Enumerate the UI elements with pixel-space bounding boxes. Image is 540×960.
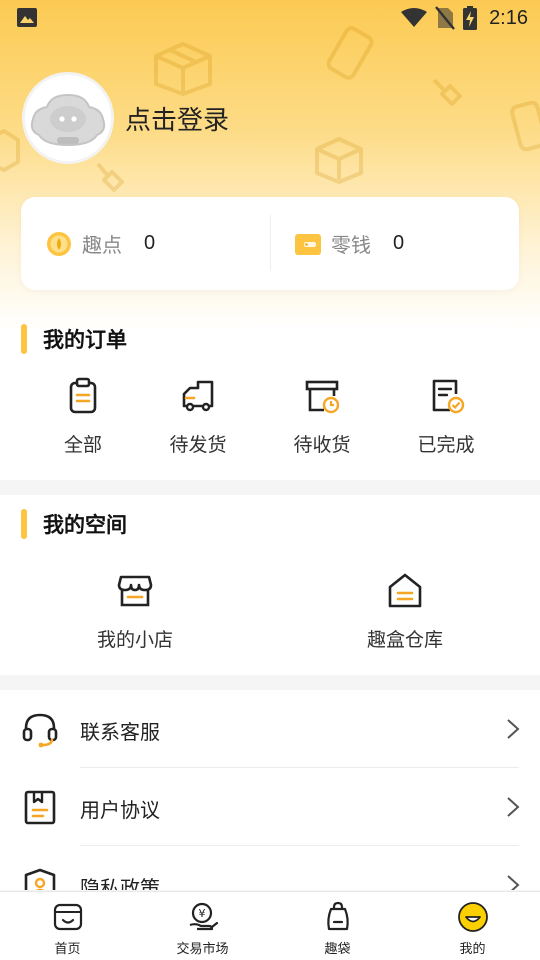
change-label: 零钱 (331, 233, 371, 257)
lipstick-doodle-icon (96, 162, 124, 192)
document-check-icon (432, 379, 465, 414)
wifi-icon (401, 8, 428, 27)
login-prompt[interactable]: 点击登录 (125, 100, 229, 137)
warehouse-icon (388, 573, 422, 608)
order-to-ship-button[interactable]: 待发货 (138, 376, 258, 457)
my-shop-button[interactable]: 我的小店 (75, 571, 195, 652)
chevron-right-icon (507, 797, 520, 817)
order-completed-label: 已完成 (417, 434, 475, 456)
truck-icon (182, 380, 214, 412)
default-avatar-icon (25, 75, 111, 161)
agreement-icon (24, 790, 56, 825)
clipboard-icon (69, 377, 97, 414)
box-warehouse-label: 趣盒仓库 (366, 629, 443, 651)
no-sim-icon (435, 6, 455, 30)
orders-section: 我的订单 全部 待发货 待收货 已完成 (0, 310, 540, 480)
chevron-right-icon (507, 719, 520, 739)
privacy-shield-icon (24, 868, 56, 890)
home-box-icon (53, 903, 82, 931)
wallet-icon (295, 233, 321, 255)
menu-user-agreement-label: 用户协议 (80, 798, 160, 822)
market-coin-icon: ¥ (189, 902, 218, 931)
points-value: 0 (144, 232, 156, 254)
order-completed-button[interactable]: 已完成 (386, 376, 506, 457)
box-doodle-icon (0, 129, 20, 172)
shop-icon (117, 575, 153, 607)
menu-contact-support[interactable]: 联系客服 (0, 690, 540, 768)
tab-home[interactable]: 首页 (0, 892, 135, 960)
bag-icon (326, 901, 349, 931)
tab-market[interactable]: ¥ 交易市场 (135, 892, 270, 960)
order-to-receive-button[interactable]: 待收货 (262, 376, 382, 457)
lipstick-doodle-icon (432, 78, 462, 106)
menu-list: 联系客服 用户协议 隐私政策 (0, 690, 540, 890)
avatar[interactable] (22, 72, 114, 164)
tab-mine-label: 我的 (459, 942, 486, 957)
battery-charging-icon (463, 6, 478, 30)
balance-divider (270, 215, 271, 271)
box-clock-icon (305, 380, 340, 414)
profile-header: 2:16 点击登录 趣点 0 零钱 0 (0, 0, 540, 330)
section-accent-bar (21, 509, 27, 539)
space-title-text: 我的空间 (43, 513, 127, 537)
order-to-ship-label: 待发货 (169, 434, 227, 456)
menu-privacy-policy-label: 隐私政策 (80, 876, 160, 890)
change-balance[interactable]: 零钱 0 (295, 197, 404, 290)
orders-title: 我的订单 (21, 324, 127, 354)
status-bar: 2:16 (0, 0, 540, 36)
space-title: 我的空间 (21, 509, 127, 539)
space-section: 我的空间 我的小店 趣盒仓库 (0, 495, 540, 675)
balance-card: 趣点 0 零钱 0 (21, 197, 519, 290)
headset-icon (22, 713, 58, 748)
tab-bag-label: 趣袋 (324, 942, 351, 957)
gallery-notification-icon (17, 8, 37, 27)
svg-text:¥: ¥ (198, 907, 205, 920)
tab-market-label: 交易市场 (176, 942, 229, 957)
chevron-right-icon (507, 875, 520, 890)
box-doodle-icon (154, 42, 212, 96)
order-all-label: 全部 (63, 434, 102, 456)
menu-contact-support-label: 联系客服 (80, 720, 160, 744)
my-shop-label: 我的小店 (96, 629, 173, 651)
change-value: 0 (393, 232, 405, 254)
tab-bag[interactable]: 趣袋 (270, 892, 405, 960)
menu-user-agreement[interactable]: 用户协议 (0, 768, 540, 846)
order-all-button[interactable]: 全部 (23, 376, 143, 457)
tab-home-label: 首页 (54, 942, 81, 957)
orders-title-text: 我的订单 (43, 328, 127, 352)
phone-doodle-icon (510, 100, 540, 152)
box-doodle-icon (315, 137, 363, 184)
section-accent-bar (21, 324, 27, 354)
points-balance[interactable]: 趣点 0 (46, 197, 155, 290)
profile-smile-icon (457, 902, 488, 932)
tab-mine[interactable]: 我的 (405, 892, 540, 960)
menu-privacy-policy[interactable]: 隐私政策 (0, 846, 540, 890)
points-coin-icon (47, 231, 71, 256)
bottom-tab-bar: 首页 ¥ 交易市场 趣袋 我的 (0, 891, 540, 960)
status-time: 2:16 (489, 6, 528, 29)
order-to-receive-label: 待收货 (293, 434, 351, 456)
points-label: 趣点 (82, 233, 122, 257)
box-warehouse-button[interactable]: 趣盒仓库 (345, 571, 465, 652)
